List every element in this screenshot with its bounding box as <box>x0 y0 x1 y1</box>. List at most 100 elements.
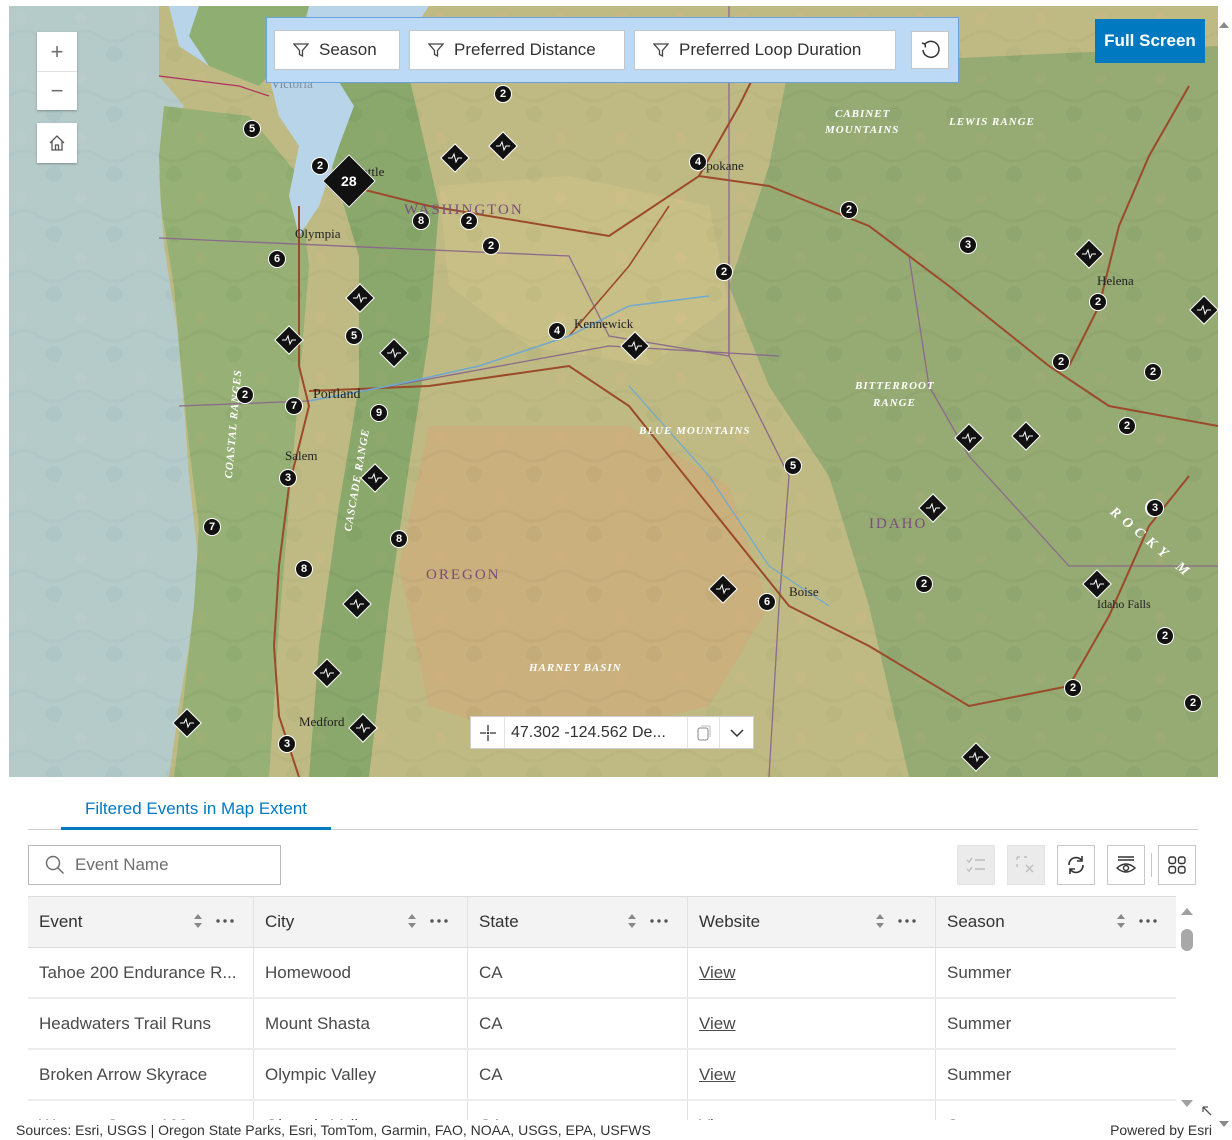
home-icon <box>49 135 65 151</box>
event-cluster-marker[interactable]: 2 <box>494 85 512 103</box>
cluster-count: 2 <box>1161 630 1169 642</box>
website-link[interactable]: View <box>699 1065 736 1085</box>
region-label: IDAHO <box>869 516 928 532</box>
event-cluster-marker[interactable]: 2 <box>1089 293 1107 311</box>
column-menu-icon[interactable] <box>429 918 449 924</box>
cell-text: Summer <box>947 962 1012 982</box>
column-header[interactable]: City <box>254 897 468 947</box>
search-input[interactable] <box>75 855 255 875</box>
home-button[interactable] <box>37 123 77 163</box>
column-menu-icon[interactable] <box>897 918 917 924</box>
event-cluster-marker[interactable]: 2 <box>482 237 500 255</box>
event-cluster-marker[interactable]: 2 <box>460 212 478 230</box>
event-cluster-marker[interactable]: 8 <box>412 212 430 230</box>
table-row[interactable]: Western States 100Olympic ValleyCAViewSu… <box>28 1101 1176 1120</box>
crosshair-icon[interactable] <box>471 717 505 748</box>
cell-text: Broken Arrow Skyrace <box>39 1064 208 1084</box>
scroll-up-icon[interactable] <box>1181 908 1193 915</box>
event-cluster-marker[interactable]: 3 <box>959 236 977 254</box>
event-cluster-marker[interactable]: 2 <box>1118 417 1136 435</box>
sort-icon[interactable] <box>407 913 417 929</box>
column-menu-icon[interactable] <box>1138 918 1158 924</box>
event-cluster-marker[interactable]: 4 <box>548 322 566 340</box>
filter-icon <box>653 43 669 58</box>
show-hide-columns-button[interactable] <box>1107 845 1145 885</box>
event-cluster-marker[interactable]: 2 <box>1052 353 1070 371</box>
cell-text: Summer <box>947 1013 1012 1033</box>
event-cluster-marker[interactable]: 3 <box>278 735 296 753</box>
clear-selection-button[interactable] <box>1007 845 1045 885</box>
powered-by[interactable]: Powered by Esri <box>1110 1122 1212 1138</box>
event-cluster-marker[interactable]: 8 <box>390 530 408 548</box>
event-cluster-marker[interactable]: 7 <box>285 397 303 415</box>
event-cluster-marker[interactable]: 2 <box>840 201 858 219</box>
event-cluster-marker[interactable]: 2 <box>311 157 329 175</box>
event-cluster-marker[interactable]: 2 <box>1156 627 1174 645</box>
copy-icon[interactable] <box>687 717 719 748</box>
column-menu-icon[interactable] <box>649 918 669 924</box>
event-cluster-marker[interactable]: 2 <box>236 386 254 404</box>
website-link[interactable]: View <box>699 1014 736 1034</box>
event-cluster-marker[interactable]: 4 <box>689 153 707 171</box>
event-cluster-marker[interactable]: 2 <box>715 263 733 281</box>
table-scrollbar[interactable] <box>1176 896 1198 1116</box>
page-scroll-up-icon[interactable] <box>1219 22 1229 28</box>
cluster-count: 4 <box>694 156 702 168</box>
select-all-button[interactable] <box>957 845 995 885</box>
table-row[interactable]: Headwaters Trail Runs Mount Shasta CA View S… <box>28 999 1176 1050</box>
event-cluster-marker[interactable]: 7 <box>203 518 221 536</box>
cluster-count: 2 <box>920 578 928 590</box>
table-row[interactable]: Tahoe 200 Endurance R... Homewood CA View Su… <box>28 948 1176 999</box>
table-cell-city: Homewood <box>254 948 468 997</box>
zoom-in-button[interactable]: + <box>37 32 77 71</box>
cluster-count: 2 <box>845 204 853 216</box>
preferred-distance-filter-button[interactable]: Preferred Distance <box>409 30 625 70</box>
event-cluster-marker[interactable]: 3 <box>279 469 297 487</box>
event-cluster-marker[interactable]: 2 <box>1184 694 1202 712</box>
map-view[interactable]: WASHINGTON OREGON IDAHO CABINET MOUNTAIN… <box>9 6 1218 777</box>
season-filter-button[interactable]: Season <box>274 30 400 70</box>
sort-icon[interactable] <box>627 913 637 929</box>
column-header[interactable]: Season <box>936 897 1176 947</box>
checklist-icon <box>966 857 985 873</box>
column-header[interactable]: Event <box>28 897 254 947</box>
page-scroll-down-icon[interactable] <box>1219 1121 1229 1127</box>
scroll-down-icon[interactable] <box>1181 1100 1193 1107</box>
cluster-count: 5 <box>350 330 358 342</box>
sort-icon[interactable] <box>1116 913 1126 929</box>
column-header[interactable]: State <box>468 897 688 947</box>
tab-filtered-events[interactable]: Filtered Events in Map Extent <box>61 790 331 830</box>
refresh-button[interactable] <box>1057 845 1095 885</box>
event-cluster-marker[interactable]: 5 <box>243 120 261 138</box>
event-cluster-marker[interactable]: 8 <box>295 560 313 578</box>
event-cluster-marker[interactable]: 2 <box>1144 363 1162 381</box>
cell-text: CA <box>479 1064 503 1084</box>
reset-filters-button[interactable] <box>911 31 949 69</box>
event-cluster-marker[interactable]: 5 <box>345 327 363 345</box>
layout-options-button[interactable] <box>1158 845 1196 885</box>
event-cluster-marker[interactable]: 2 <box>915 575 933 593</box>
resize-icon[interactable] <box>1200 1104 1214 1118</box>
event-cluster-marker[interactable]: 3 <box>1146 499 1164 517</box>
cluster-count: 4 <box>553 325 561 337</box>
chevron-down-icon[interactable] <box>719 717 753 748</box>
scroll-thumb[interactable] <box>1181 929 1193 951</box>
column-header-label: Season <box>947 912 1005 931</box>
zoom-out-button[interactable]: − <box>37 71 77 110</box>
event-cluster-marker[interactable]: 9 <box>370 404 388 422</box>
column-header-label: Website <box>699 912 761 931</box>
website-link[interactable]: View <box>699 963 736 983</box>
event-cluster-marker[interactable]: 6 <box>758 593 776 611</box>
event-cluster-marker[interactable]: 6 <box>268 250 286 268</box>
full-screen-button[interactable]: Full Screen <box>1095 19 1205 63</box>
sort-icon[interactable] <box>875 913 885 929</box>
table-row[interactable]: Broken Arrow Skyrace Olympic Valley CA View… <box>28 1050 1176 1101</box>
column-header[interactable]: Website <box>688 897 936 947</box>
column-menu-icon[interactable] <box>215 918 235 924</box>
event-cluster-marker[interactable]: 5 <box>784 457 802 475</box>
table-cell-state: CA <box>468 999 688 1048</box>
sort-icon[interactable] <box>193 913 203 929</box>
table-cell-event: Broken Arrow Skyrace <box>28 1050 254 1099</box>
preferred-loop-duration-filter-button[interactable]: Preferred Loop Duration <box>634 30 896 70</box>
event-cluster-marker[interactable]: 2 <box>1064 679 1082 697</box>
